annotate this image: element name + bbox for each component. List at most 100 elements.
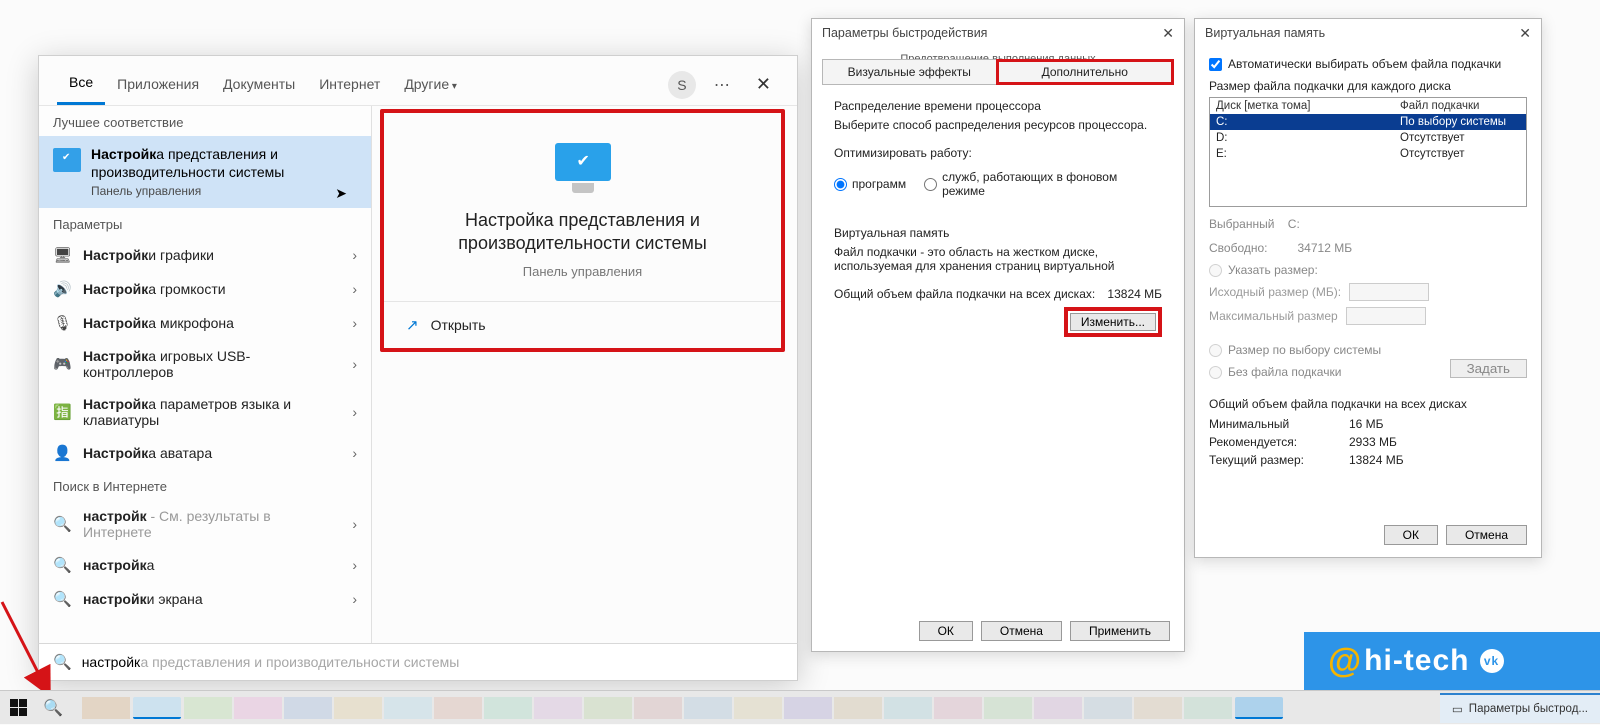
tab-visual-effects[interactable]: Визуальные эффекты	[822, 59, 996, 85]
param-language[interactable]: 🈯 Настройка параметров языка и клавиатур…	[39, 388, 371, 436]
taskbar-app[interactable]	[734, 697, 782, 719]
param-avatar[interactable]: 👤 Настройка аватара ›	[39, 436, 371, 470]
taskbar-app[interactable]	[534, 697, 582, 719]
search-input[interactable]: 🔍 настройка представления и производител…	[38, 643, 798, 681]
taskbar-app[interactable]	[934, 697, 982, 719]
chevron-right-icon: ›	[352, 404, 357, 420]
at-icon: @	[1328, 642, 1362, 681]
selected-drive-label: Выбранный	[1209, 217, 1274, 231]
radio-custom-size[interactable]: Указать размер:	[1209, 263, 1527, 277]
taskbar-app[interactable]	[784, 697, 832, 719]
taskbar-app[interactable]	[1084, 697, 1132, 719]
chevron-right-icon: ›	[352, 591, 357, 607]
taskbar-app[interactable]	[584, 697, 632, 719]
cpu-description: Выберите способ распределения ресурсов п…	[834, 118, 1162, 132]
min-value: 16 МБ	[1349, 417, 1384, 431]
selected-drive-value: C:	[1288, 217, 1300, 231]
chevron-right-icon: ›	[352, 557, 357, 573]
close-icon[interactable]: ✕	[748, 70, 779, 99]
taskbar-search-icon[interactable]: 🔍	[36, 698, 70, 718]
search-header: Все Приложения Документы Интернет Другие…	[39, 56, 797, 106]
taskbar-app[interactable]	[1235, 697, 1283, 719]
radio-programs[interactable]: программ	[834, 177, 906, 191]
cancel-button[interactable]: Отмена	[981, 621, 1062, 641]
dialog-title: Параметры быстродействия ✕	[812, 19, 1184, 47]
taskbar: 🔍 ▭ Параметры быстрод...	[0, 690, 1600, 724]
drive-row-d[interactable]: D:Отсутствует	[1210, 130, 1526, 146]
web-result-2[interactable]: 🔍 настройки экрана ›	[39, 582, 371, 616]
ok-button[interactable]: ОК	[919, 621, 973, 641]
ok-button[interactable]: ОК	[1384, 525, 1438, 545]
best-match-subtitle: Панель управления	[91, 184, 357, 198]
section-best-match: Лучшее соответствие	[39, 106, 371, 136]
monitor-icon: 🖥	[53, 246, 71, 264]
taskbar-app[interactable]	[234, 697, 282, 719]
taskbar-app[interactable]	[684, 697, 732, 719]
chevron-right-icon: ›	[352, 516, 357, 532]
avatar-icon: 👤	[53, 444, 71, 462]
param-volume[interactable]: 🔊 Настройка громкости ›	[39, 272, 371, 306]
taskbar-app[interactable]	[184, 697, 232, 719]
tab-docs[interactable]: Документы	[211, 66, 307, 104]
radio-background-services[interactable]: служб, работающих в фоновом режиме	[924, 170, 1162, 198]
col-paging-file: Файл подкачки	[1400, 100, 1520, 112]
max-size-input[interactable]	[1346, 307, 1426, 325]
search-icon: 🔍	[53, 515, 71, 533]
taskbar-app[interactable]	[484, 697, 532, 719]
taskbar-app[interactable]	[284, 697, 332, 719]
drive-row-e[interactable]: E:Отсутствует	[1210, 146, 1526, 162]
min-label: Минимальный	[1209, 417, 1349, 431]
param-microphone[interactable]: 🎙 Настройка микрофона ›	[39, 306, 371, 340]
tab-advanced[interactable]: Дополнительно	[996, 59, 1175, 85]
gamepad-icon: 🎮	[53, 355, 71, 373]
radio-no-paging[interactable]: Без файла подкачки	[1209, 365, 1450, 379]
taskbar-app[interactable]	[384, 697, 432, 719]
param-usb-controllers[interactable]: 🎮 Настройка игровых USB-контроллеров ›	[39, 340, 371, 388]
taskbar-app[interactable]	[634, 697, 682, 719]
tab-apps[interactable]: Приложения	[105, 66, 211, 104]
taskbar-app[interactable]	[133, 697, 181, 719]
auto-manage-checkbox[interactable]: Автоматически выбирать объем файла подка…	[1209, 57, 1527, 71]
start-button[interactable]	[0, 691, 36, 725]
vm-group-title: Виртуальная память	[834, 226, 1162, 240]
chevron-right-icon: ›	[352, 315, 357, 331]
chevron-right-icon: ›	[352, 247, 357, 263]
close-icon[interactable]: ✕	[1519, 25, 1531, 42]
set-button[interactable]: Задать	[1450, 359, 1527, 378]
taskbar-app[interactable]	[82, 697, 130, 719]
cancel-button[interactable]: Отмена	[1446, 525, 1527, 545]
initial-size-label: Исходный размер (МБ):	[1209, 285, 1341, 299]
language-icon: 🈯	[53, 403, 71, 421]
more-icon[interactable]: ⋯	[714, 75, 730, 95]
open-button[interactable]: ↗ Открыть	[384, 302, 781, 348]
best-match-item[interactable]: Настройка представления и производительн…	[39, 136, 371, 208]
initial-size-input[interactable]	[1349, 283, 1429, 301]
taskbar-app[interactable]	[334, 697, 382, 719]
close-icon[interactable]: ✕	[1162, 25, 1174, 42]
tab-all[interactable]: Все	[57, 64, 105, 105]
vm-total-label: Общий объем файла подкачки на всех диска…	[834, 287, 1095, 301]
taskbar-app[interactable]	[434, 697, 482, 719]
taskbar-app[interactable]	[1034, 697, 1082, 719]
taskbar-app[interactable]	[834, 697, 882, 719]
tab-web[interactable]: Интернет	[307, 66, 392, 104]
user-avatar[interactable]: S	[668, 71, 696, 99]
web-result-0[interactable]: 🔍 настройк - См. результаты в Интернете …	[39, 500, 371, 548]
vm-description: Файл подкачки - это область на жестком д…	[834, 245, 1162, 273]
drive-row-c[interactable]: C:По выбору системы	[1210, 114, 1526, 130]
web-result-1[interactable]: 🔍 настройка ›	[39, 548, 371, 582]
taskbar-app[interactable]	[1134, 697, 1182, 719]
cursor-icon: ➤	[335, 185, 347, 202]
taskbar-app[interactable]	[884, 697, 932, 719]
tab-more[interactable]: Другие	[392, 66, 469, 104]
radio-system-managed[interactable]: Размер по выбору системы	[1209, 343, 1527, 357]
recommended-value: 2933 МБ	[1349, 435, 1397, 449]
param-graphics[interactable]: 🖥 Настройки графики ›	[39, 238, 371, 272]
apply-button[interactable]: Применить	[1070, 621, 1170, 641]
drive-list[interactable]: Диск [метка тома] Файл подкачки C:По выб…	[1209, 97, 1527, 207]
taskbar-app[interactable]	[984, 697, 1032, 719]
change-button[interactable]: Изменить...	[1070, 313, 1156, 331]
preview-icon	[384, 113, 781, 203]
taskbar-perf-window[interactable]: ▭ Параметры быстрод...	[1440, 693, 1600, 723]
taskbar-app[interactable]	[1184, 697, 1232, 719]
